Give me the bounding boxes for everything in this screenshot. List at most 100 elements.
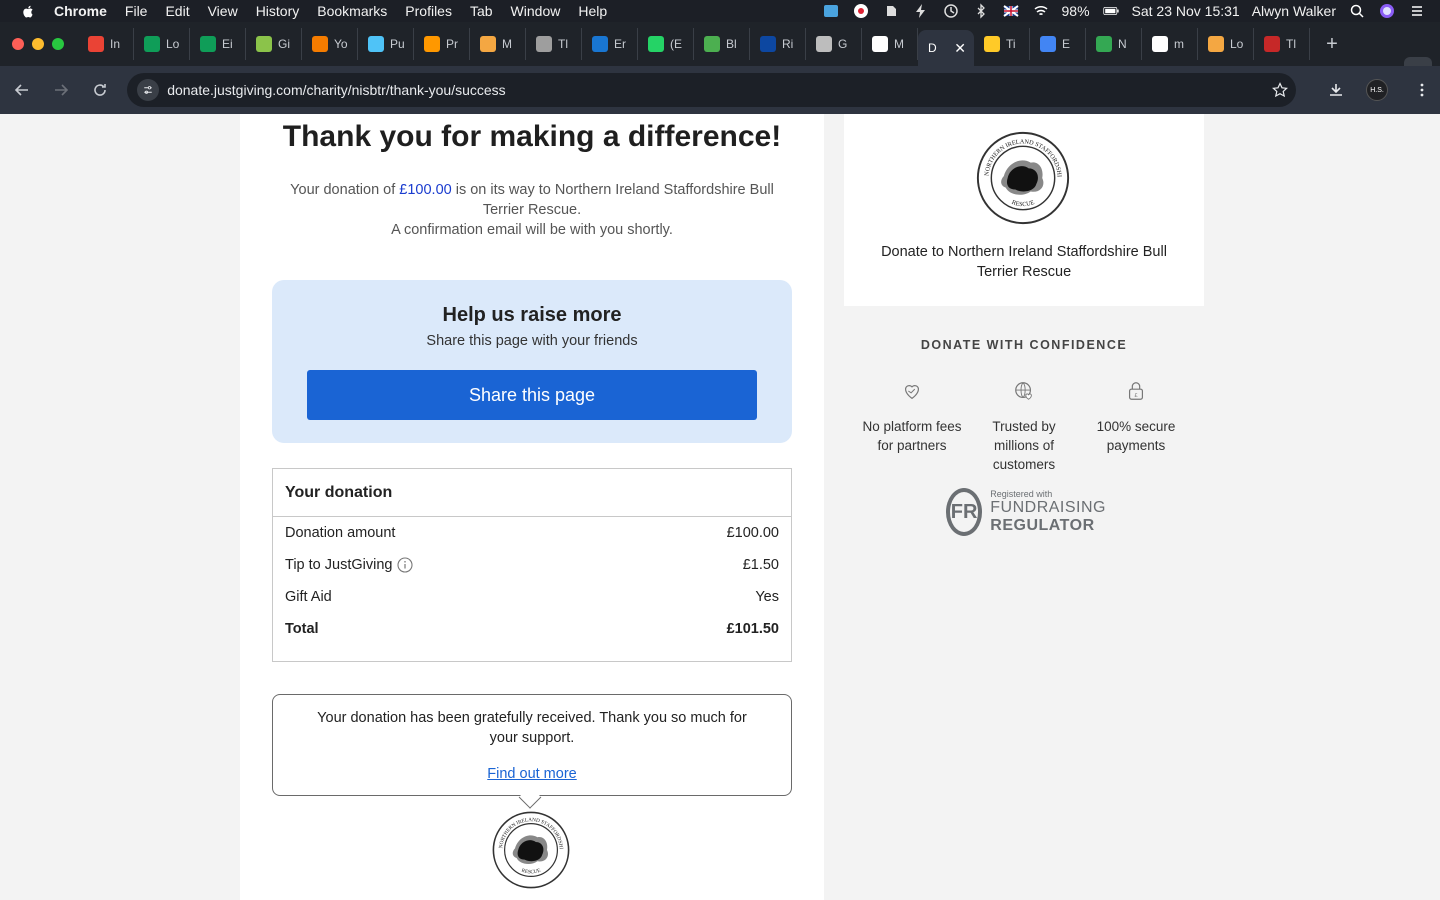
- tab-favicon-icon: [872, 36, 888, 52]
- downloads-button[interactable]: [1318, 72, 1354, 108]
- url-text[interactable]: donate.justgiving.com/charity/nisbtr/tha…: [167, 82, 1264, 98]
- menu-file[interactable]: File: [125, 3, 148, 19]
- share-title: Help us raise more: [442, 304, 622, 326]
- browser-tab[interactable]: Tl: [1254, 28, 1310, 60]
- browser-tab[interactable]: Ei: [190, 28, 246, 60]
- row-label: Donation amount: [285, 525, 396, 541]
- tab-label: Ti: [1006, 37, 1016, 51]
- evernote-icon[interactable]: [882, 3, 900, 19]
- browser-tab[interactable]: E: [1030, 28, 1086, 60]
- tab-favicon-icon: [200, 36, 216, 52]
- menu-app-name[interactable]: Chrome: [54, 3, 107, 19]
- browser-tab[interactable]: G: [806, 28, 862, 60]
- tab-favicon-icon: [1208, 36, 1224, 52]
- bluetooth-icon[interactable]: [972, 3, 990, 19]
- fr-line1: FUNDRAISING: [990, 499, 1106, 516]
- siri-icon[interactable]: [1378, 3, 1396, 19]
- tab-active[interactable]: D ✕: [918, 30, 974, 66]
- apple-icon[interactable]: [20, 3, 36, 19]
- tab-favicon-icon: [1152, 36, 1168, 52]
- row-label: Total: [285, 621, 319, 637]
- menu-tab[interactable]: Tab: [470, 3, 493, 19]
- browser-tab[interactable]: Pr: [414, 28, 470, 60]
- browser-tab[interactable]: Tl: [526, 28, 582, 60]
- menu-history[interactable]: History: [256, 3, 300, 19]
- tab-favicon-icon: [984, 36, 1000, 52]
- spotlight-search-icon[interactable]: [1348, 3, 1366, 19]
- site-settings-icon[interactable]: [137, 79, 160, 101]
- close-window-button[interactable]: [12, 38, 24, 50]
- tab-label: Lo: [1230, 37, 1244, 51]
- new-tab-button[interactable]: +: [1320, 33, 1344, 56]
- kebab-menu-icon: [1420, 83, 1424, 97]
- menu-bookmarks[interactable]: Bookmarks: [317, 3, 387, 19]
- browser-tab-bar: In Lo Ei Gi Yo Pu Pr M Tl Er (E Bl Ri G M D ✕ Ti E Nm Lo Tl +: [0, 22, 1440, 81]
- minimize-window-button[interactable]: [32, 38, 44, 50]
- time-machine-icon[interactable]: [942, 3, 960, 19]
- menu-window[interactable]: Window: [511, 3, 561, 19]
- reload-icon: [93, 84, 106, 96]
- charity-side-card: NORTHERN IRELAND STAFFORDSHIRE BULL TERR…: [844, 114, 1204, 306]
- battery-icon[interactable]: [1102, 3, 1120, 19]
- share-subtitle: Share this page with your friends: [426, 333, 638, 349]
- chrome-menu-button[interactable]: [1404, 72, 1440, 108]
- control-center-icon[interactable]: [1408, 3, 1426, 19]
- main-column: Thank you for making a difference! Your …: [240, 114, 824, 900]
- browser-tab[interactable]: N: [1086, 28, 1142, 60]
- browser-tab[interactable]: M: [470, 28, 526, 60]
- browser-tab[interactable]: Lo: [1198, 28, 1254, 60]
- menu-help[interactable]: Help: [578, 3, 607, 19]
- tab-favicon-icon: [88, 36, 104, 52]
- tab-label: N: [1118, 37, 1127, 51]
- tab-label: M: [894, 37, 904, 51]
- info-icon[interactable]: [397, 557, 414, 573]
- svg-text:£: £: [1134, 393, 1137, 399]
- browser-tab[interactable]: Pu: [358, 28, 414, 60]
- menu-edit[interactable]: Edit: [165, 3, 189, 19]
- menubar-user[interactable]: Alwyn Walker: [1252, 3, 1336, 19]
- screenshot-app-icon[interactable]: [822, 3, 840, 19]
- profile-avatar[interactable]: H.S.: [1366, 79, 1389, 101]
- bookmark-star-icon[interactable]: [1264, 82, 1296, 98]
- heart-hand-icon: [904, 385, 920, 400]
- reload-button[interactable]: [82, 72, 117, 108]
- tab-label: Pr: [446, 37, 458, 51]
- find-out-more-link[interactable]: Find out more: [487, 764, 576, 784]
- tab-label: Tl: [558, 37, 568, 51]
- tab-favicon-icon: [592, 36, 608, 52]
- menu-profiles[interactable]: Profiles: [405, 3, 452, 19]
- address-bar[interactable]: donate.justgiving.com/charity/nisbtr/tha…: [127, 73, 1297, 107]
- feature-no-fees: No platform fees for partners: [856, 380, 968, 474]
- charity-message-text: Your donation has been gratefully receiv…: [317, 710, 747, 746]
- browser-tab[interactable]: m: [1142, 28, 1198, 60]
- tab-label: G: [838, 37, 848, 51]
- browser-tab[interactable]: In: [78, 28, 134, 60]
- browser-tab[interactable]: Gi: [246, 28, 302, 60]
- charity-logo: NORTHERN IRELAND STAFFORDSHIRE BULL TERR…: [491, 810, 570, 889]
- chat-bubble-icon[interactable]: [852, 3, 870, 19]
- zoom-window-button[interactable]: [52, 38, 64, 50]
- close-tab-icon[interactable]: ✕: [954, 40, 966, 57]
- confidence-features: No platform fees for partners Trusted by…: [856, 380, 1192, 474]
- browser-tab[interactable]: Er: [582, 28, 638, 60]
- browser-tab[interactable]: Lo: [134, 28, 190, 60]
- share-page-button[interactable]: Share this page: [307, 370, 757, 420]
- browser-tab[interactable]: Ri: [750, 28, 806, 60]
- tab-favicon-icon: [480, 36, 496, 52]
- browser-tab[interactable]: M: [862, 28, 918, 60]
- forward-button[interactable]: [43, 72, 78, 108]
- tab-label: m: [1174, 37, 1184, 51]
- wifi-icon[interactable]: [1032, 3, 1050, 19]
- menu-view[interactable]: View: [208, 3, 238, 19]
- browser-tab[interactable]: Ti: [974, 28, 1030, 60]
- feature-text: No platform fees for partners: [862, 419, 962, 453]
- tip-label-wrap: Tip to JustGiving: [285, 557, 414, 573]
- tab-label: E: [1062, 37, 1071, 51]
- uk-flag-icon[interactable]: [1002, 3, 1020, 19]
- browser-tab[interactable]: Yo: [302, 28, 358, 60]
- browser-tab[interactable]: (E: [638, 28, 694, 60]
- back-button[interactable]: [4, 72, 39, 108]
- browser-tab[interactable]: Bl: [694, 28, 750, 60]
- menubar-datetime[interactable]: Sat 23 Nov 15:31: [1132, 3, 1240, 19]
- bolt-icon[interactable]: [912, 3, 930, 19]
